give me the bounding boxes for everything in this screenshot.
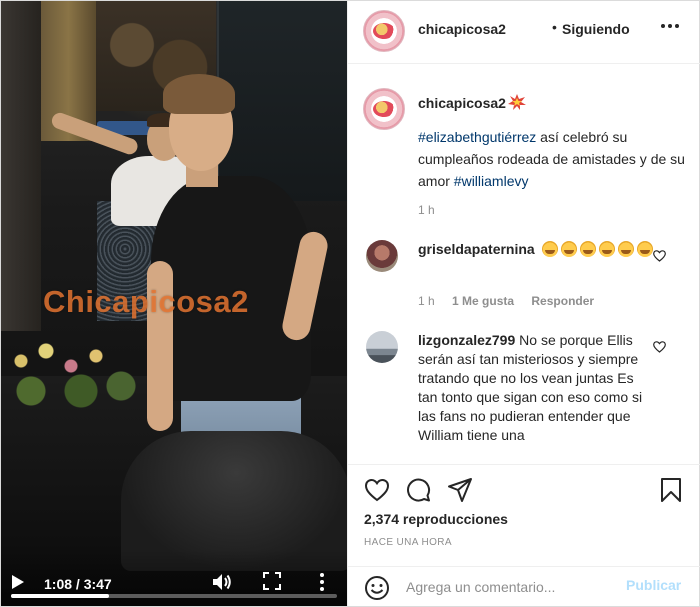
comment-input[interactable] xyxy=(406,575,621,599)
add-comment-bar: Publicar xyxy=(348,566,700,606)
hashtag-link[interactable]: #williamlevy xyxy=(454,173,529,189)
caption-username[interactable]: chicapicosa2 xyxy=(418,95,506,111)
commenter-avatar[interactable] xyxy=(366,331,398,363)
more-vertical-icon[interactable] xyxy=(317,572,327,592)
emoji-smile-icon[interactable] xyxy=(364,575,390,601)
avatar[interactable] xyxy=(363,10,405,52)
smiling-face-icon xyxy=(617,241,634,257)
comment-time: 1 h xyxy=(418,294,435,308)
caption-avatar[interactable] xyxy=(363,88,405,130)
share-icon[interactable] xyxy=(447,477,473,503)
caption-time: 1 h xyxy=(418,203,435,217)
emoji-group xyxy=(539,241,653,257)
smiling-face-icon xyxy=(579,241,596,257)
play-icon[interactable] xyxy=(11,574,25,590)
post-header: chicapicosa2 • Siguiendo xyxy=(348,1,700,64)
smiling-face-icon xyxy=(560,241,577,257)
collision-icon xyxy=(508,94,526,110)
video-controls: 1:08 / 3:47 xyxy=(1,550,347,606)
commenter-username[interactable]: griseldapaternina xyxy=(418,241,535,257)
hashtag-link[interactable]: #elizabethgutiérrez xyxy=(418,129,536,145)
video-watermark: Chicapicosa2 xyxy=(43,284,249,319)
reply-button[interactable]: Responder xyxy=(531,294,594,308)
comment-like-icon[interactable] xyxy=(653,250,666,262)
comment-text: No se porque Ellis serán así tan misteri… xyxy=(418,332,643,443)
video-progress-fill xyxy=(11,594,109,598)
instagram-post-modal: Chicapicosa2 1:08 / 3:47 chicapicosa2 • … xyxy=(0,0,700,607)
following-button[interactable]: Siguiendo xyxy=(562,21,630,37)
comment-body: lizgonzalez799 No se porque Ellis serán … xyxy=(418,331,654,445)
separator-dot: • xyxy=(552,19,557,35)
fullscreen-icon[interactable] xyxy=(263,572,281,590)
post-timestamp: HACE UNA HORA xyxy=(364,537,452,548)
comment-like-icon[interactable] xyxy=(653,341,666,353)
post-side-panel: chicapicosa2 • Siguiendo chicapicosa2 #e… xyxy=(347,1,700,606)
commenter-avatar[interactable] xyxy=(366,240,398,272)
caption-text: #elizabethgutiérrez así celebró su cumpl… xyxy=(418,126,688,192)
comment-likes[interactable]: 1 Me gusta xyxy=(452,294,514,308)
smiling-face-icon xyxy=(541,241,558,257)
view-count[interactable]: 2,374 reproducciones xyxy=(364,511,508,527)
smiling-face-icon xyxy=(598,241,615,257)
bookmark-icon[interactable] xyxy=(658,477,684,503)
post-actions: 2,374 reproducciones HACE UNA HORA xyxy=(348,464,700,566)
comment-meta: 1 h 1 Me gusta Responder xyxy=(418,294,608,308)
more-horizontal-icon[interactable] xyxy=(660,23,680,29)
commenter-username[interactable]: lizgonzalez799 xyxy=(418,332,515,348)
video-player[interactable]: Chicapicosa2 1:08 / 3:47 xyxy=(1,1,347,606)
author-username[interactable]: chicapicosa2 xyxy=(418,21,506,37)
smiling-face-icon xyxy=(636,241,653,257)
video-progress-bar[interactable] xyxy=(11,594,337,598)
comment-body: griseldapaternina xyxy=(418,240,654,259)
video-time: 1:08 / 3:47 xyxy=(44,576,112,592)
comments-list[interactable]: chicapicosa2 #elizabethgutiérrez así cel… xyxy=(348,64,700,464)
comment-icon[interactable] xyxy=(405,477,431,503)
post-comment-button[interactable]: Publicar xyxy=(626,577,681,593)
volume-icon[interactable] xyxy=(211,572,233,592)
heart-icon[interactable] xyxy=(364,477,390,503)
